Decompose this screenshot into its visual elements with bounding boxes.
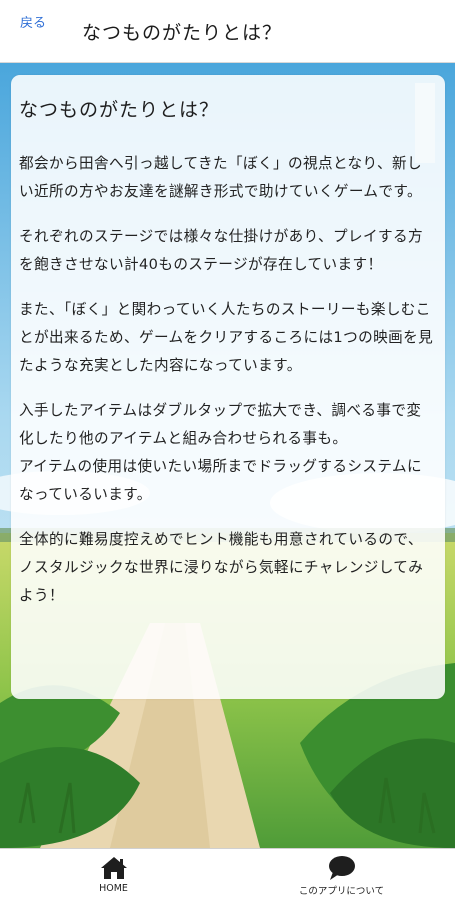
app-header: 戻る なつものがたりとは？	[0, 0, 455, 63]
tab-about-label: このアプリについて	[298, 886, 385, 897]
description-paragraph: 入手したアイテムはダブルタップで拡大でき、調べる事で変化したり他のアイテムと組み…	[19, 402, 422, 447]
description-paragraph: 全体的に難易度控えめでヒント機能も用意されているので、ノスタルジックな世界に浸り…	[19, 531, 424, 604]
tab-home-label: HOME	[99, 883, 128, 894]
description-paragraph: 都会から田舎へ引っ越してきた「ぼく」の視点となり、新しい近所の方やお友達を謎解き…	[19, 155, 422, 200]
bottom-tab-bar: HOME このアプリについて	[0, 848, 455, 901]
back-button[interactable]: 戻る	[20, 12, 46, 31]
tab-home[interactable]: HOME	[0, 849, 227, 901]
card-title: なつものがたりとは？	[19, 99, 220, 121]
page-title: なつものがたりとは？	[82, 22, 283, 44]
description-paragraph: それぞれのステージでは様々な仕掛けがあり、プレイする方を飽きさせない計40ものス…	[19, 228, 423, 273]
description-paragraph: アイテムの使用は使いたい場所までドラッグするシステムになっているいます。	[19, 458, 422, 503]
description-paragraph: また、「ぼく」と関わっていく人たちのストーリーも楽しむことが出来るため、ゲームを…	[19, 301, 434, 374]
home-icon	[99, 855, 129, 881]
description-card: なつものがたりとは？ 都会から田舎へ引っ越してきた「ぼく」の視点となり、新しい近…	[11, 75, 445, 699]
speech-bubble-icon	[327, 855, 357, 881]
tab-about[interactable]: このアプリについて	[228, 849, 455, 901]
